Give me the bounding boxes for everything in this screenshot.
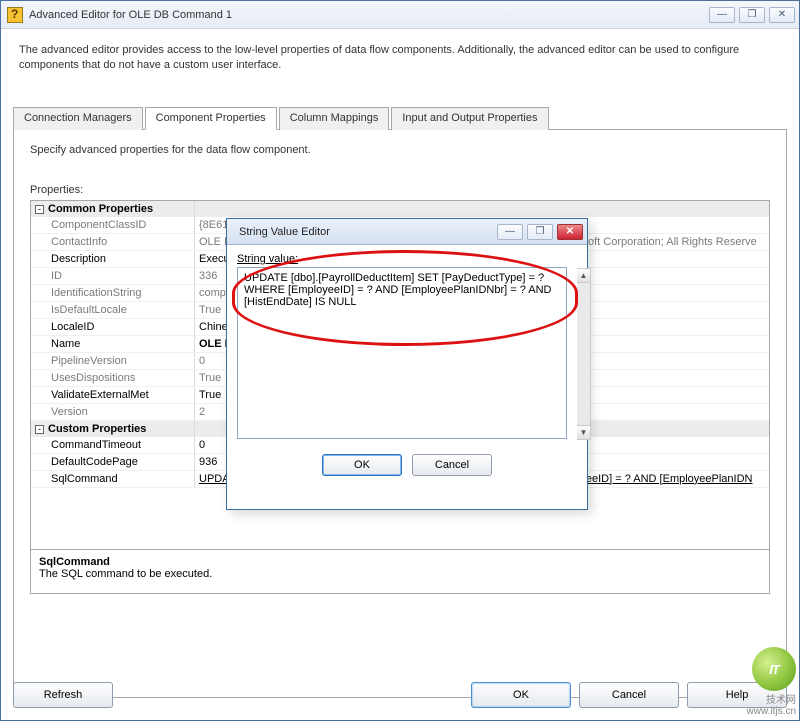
string-value-editor-dialog: String Value Editor — ❐ ✕ String value: … — [226, 218, 588, 510]
refresh-button[interactable]: Refresh — [13, 682, 113, 708]
watermark: IT 技术网 www.itjs.cn — [747, 647, 796, 717]
collapse-icon[interactable]: - — [35, 205, 44, 214]
app-icon — [7, 7, 23, 23]
cancel-button[interactable]: Cancel — [579, 682, 679, 708]
minimize-button[interactable]: — — [709, 7, 735, 23]
string-value-textarea[interactable] — [237, 267, 567, 439]
modal-minimize-button[interactable]: — — [497, 224, 523, 240]
modal-maximize-button[interactable]: ❐ — [527, 224, 553, 240]
scrollbar[interactable]: ▲ ▼ — [577, 268, 591, 440]
maximize-button[interactable]: ❐ — [739, 7, 765, 23]
modal-ok-button[interactable]: OK — [322, 454, 402, 476]
page-instruction: Specify advanced properties for the data… — [30, 144, 770, 156]
window-title: Advanced Editor for OLE DB Command 1 — [29, 9, 232, 21]
collapse-icon[interactable]: - — [35, 425, 44, 434]
category-label: Common Properties — [48, 203, 153, 215]
property-desc-title: SqlCommand — [39, 556, 761, 568]
category-label: Custom Properties — [48, 423, 146, 435]
string-value-label: String value: — [237, 253, 577, 265]
modal-titlebar: String Value Editor — ❐ ✕ — [227, 219, 587, 245]
editor-description: The advanced editor provides access to t… — [1, 29, 799, 88]
close-button[interactable]: ✕ — [769, 7, 795, 23]
tab-input-output-properties[interactable]: Input and Output Properties — [391, 107, 548, 130]
property-desc-text: The SQL command to be executed. — [39, 568, 761, 580]
property-description-panel: SqlCommand The SQL command to be execute… — [30, 550, 770, 594]
tab-connection-managers[interactable]: Connection Managers — [13, 107, 143, 130]
watermark-logo-icon: IT — [752, 647, 796, 691]
scroll-up-icon[interactable]: ▲ — [577, 269, 590, 283]
modal-cancel-button[interactable]: Cancel — [412, 454, 492, 476]
category-common[interactable]: -Common Properties — [31, 201, 769, 217]
tab-component-properties[interactable]: Component Properties — [145, 107, 277, 130]
tab-column-mappings[interactable]: Column Mappings — [279, 107, 390, 130]
dialog-button-row: Refresh OK Cancel Help — [13, 682, 787, 708]
titlebar: Advanced Editor for OLE DB Command 1 — ❐… — [1, 1, 799, 29]
modal-title: String Value Editor — [239, 226, 330, 238]
ok-button[interactable]: OK — [471, 682, 571, 708]
watermark-tag: 技术网 — [766, 695, 796, 706]
properties-label: Properties: — [30, 184, 770, 196]
scroll-down-icon[interactable]: ▼ — [577, 425, 590, 439]
tabstrip: Connection Managers Component Properties… — [13, 106, 787, 130]
watermark-url: www.itjs.cn — [747, 706, 796, 717]
modal-close-button[interactable]: ✕ — [557, 224, 583, 240]
